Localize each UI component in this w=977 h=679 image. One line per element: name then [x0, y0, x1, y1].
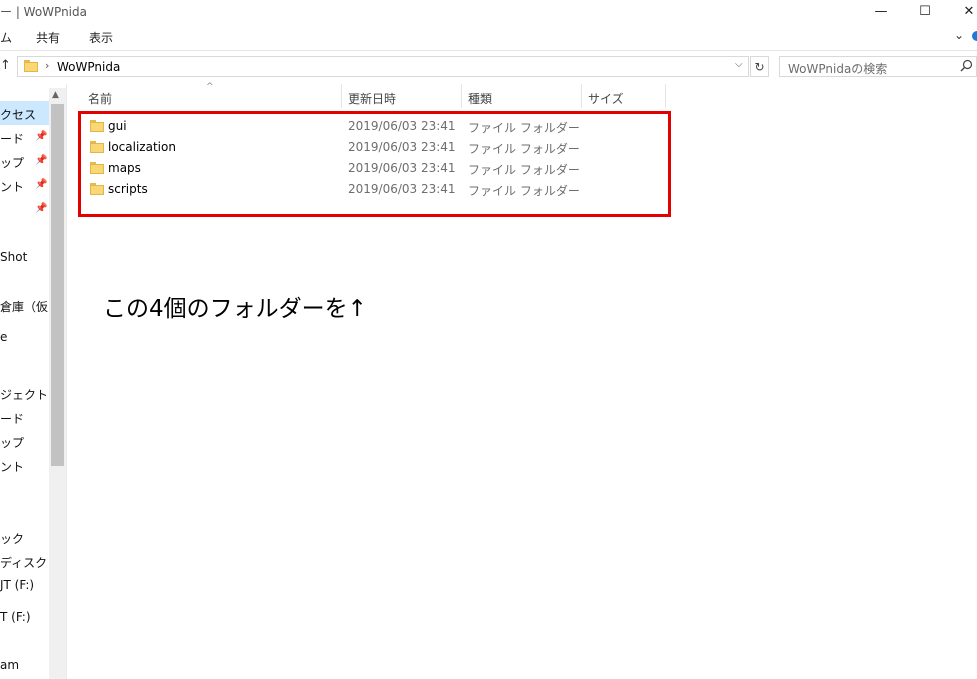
- nav-item-download-2[interactable]: ード: [0, 410, 24, 427]
- sort-ascending-icon: ^: [206, 82, 214, 92]
- ribbon-tabs: ム 共有 表示 ⌄: [0, 22, 977, 51]
- column-header-type[interactable]: 種類: [468, 90, 492, 107]
- tab-share[interactable]: 共有: [36, 29, 60, 46]
- nav-item-drive-f-2[interactable]: T (F:): [0, 610, 31, 624]
- column-header-name[interactable]: 名前: [88, 90, 112, 107]
- search-icon: [960, 59, 973, 75]
- nav-item-project[interactable]: ジェクト: [0, 386, 48, 403]
- nav-item-network[interactable]: ック: [0, 530, 24, 547]
- breadcrumb-current[interactable]: WoWPnida: [57, 60, 120, 74]
- annotation-highlight-box: [78, 111, 671, 217]
- search-placeholder: WoWPnidaの検索: [788, 62, 888, 76]
- column-divider[interactable]: [461, 84, 462, 108]
- nav-item-e[interactable]: e: [0, 330, 7, 344]
- window-title: ー | WoWPnida: [0, 5, 87, 19]
- nav-item-quick-access[interactable]: クセス: [0, 106, 36, 123]
- pin-icon: 📌: [35, 155, 48, 166]
- nav-item-desktop[interactable]: ップ: [0, 154, 24, 171]
- nav-item-shot[interactable]: Shot: [0, 250, 27, 264]
- address-dropdown-icon[interactable]: ⌵: [735, 59, 743, 70]
- breadcrumb-separator[interactable]: ›: [45, 59, 49, 72]
- up-arrow-icon[interactable]: ↑: [0, 58, 11, 73]
- scrollbar-thumb[interactable]: [51, 104, 64, 466]
- title-bar: ー | WoWPnida — ☐ ✕: [0, 0, 977, 22]
- nav-item-drive-f[interactable]: JT (F:): [0, 578, 34, 592]
- minimize-button[interactable]: —: [858, 0, 904, 22]
- column-divider[interactable]: [341, 84, 342, 108]
- annotation-text: この4個のフォルダーを↑: [103, 296, 367, 322]
- pin-icon: 📌: [35, 203, 48, 214]
- search-input[interactable]: WoWPnidaの検索: [779, 56, 977, 77]
- scroll-up-arrow-icon[interactable]: ▲: [52, 90, 59, 100]
- help-icon[interactable]: [972, 31, 977, 41]
- pin-icon: 📌: [35, 131, 48, 142]
- column-divider[interactable]: [581, 84, 582, 108]
- tab-home[interactable]: ム: [0, 29, 12, 46]
- column-divider[interactable]: [665, 84, 666, 108]
- address-bar[interactable]: › WoWPnida ⌵: [17, 56, 749, 77]
- tab-view[interactable]: 表示: [89, 29, 113, 46]
- nav-item-steam[interactable]: am: [0, 658, 19, 672]
- close-button[interactable]: ✕: [946, 0, 977, 22]
- nav-item-warehouse[interactable]: 倉庫（仮: [0, 298, 48, 315]
- maximize-button[interactable]: ☐: [902, 0, 948, 22]
- pane-divider: [66, 84, 67, 679]
- chevron-down-icon[interactable]: ⌄: [954, 28, 964, 42]
- nav-item-desktop-2[interactable]: ップ: [0, 434, 24, 451]
- nav-item-download[interactable]: ード: [0, 130, 24, 147]
- nav-item-documents[interactable]: ント: [0, 178, 24, 195]
- column-header-modified[interactable]: 更新日時: [348, 90, 396, 107]
- refresh-button[interactable]: ↻: [750, 56, 769, 77]
- nav-item-documents-2[interactable]: ント: [0, 458, 24, 475]
- folder-icon: [24, 60, 38, 72]
- column-header-size[interactable]: サイズ: [588, 90, 624, 107]
- pin-icon: 📌: [35, 179, 48, 190]
